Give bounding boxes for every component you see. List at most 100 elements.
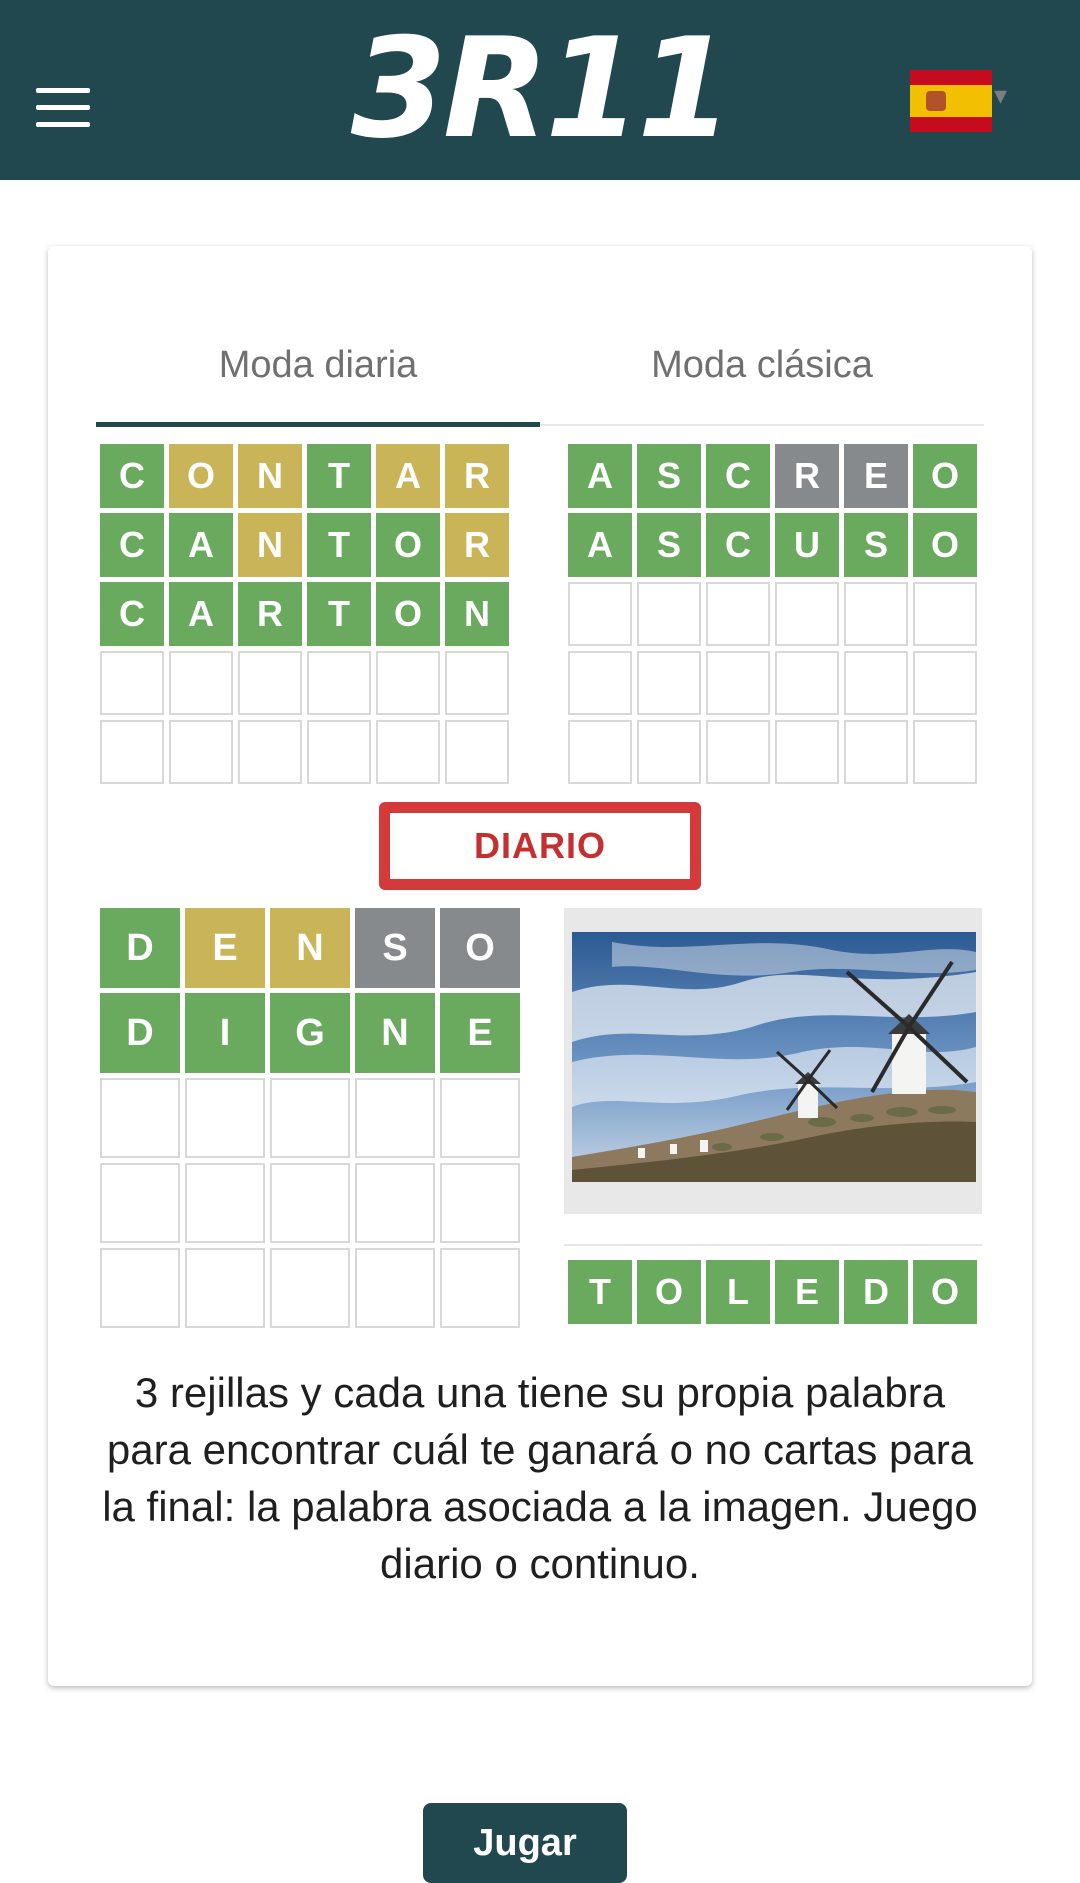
empty-tile	[445, 651, 509, 715]
word-grid-1: CONTARCANTORCARTON	[100, 444, 509, 784]
empty-tile	[637, 651, 701, 715]
letter-tile: N	[270, 908, 350, 988]
letter-tile: O	[637, 1260, 701, 1324]
app-header: 3R11 ▾	[0, 0, 1080, 180]
empty-tile	[913, 720, 977, 784]
empty-tile	[706, 582, 770, 646]
active-tab-indicator	[96, 422, 540, 427]
empty-tile	[185, 1163, 265, 1243]
chevron-down-icon: ▾	[994, 80, 1008, 110]
empty-tile	[185, 1078, 265, 1158]
clue-image-frame	[564, 908, 982, 1214]
letter-tile: E	[440, 993, 520, 1073]
empty-tile	[568, 720, 632, 784]
letter-tile: T	[568, 1260, 632, 1324]
diario-stamp: DIARIO	[379, 802, 701, 890]
letter-tile: E	[185, 908, 265, 988]
empty-tile	[270, 1248, 350, 1328]
language-selector[interactable]: ▾	[910, 68, 1014, 134]
letter-tile: E	[775, 1260, 839, 1324]
empty-tile	[100, 1163, 180, 1243]
letter-tile: A	[169, 582, 233, 646]
empty-tile	[913, 582, 977, 646]
word-grid-3: DENSODIGNE	[100, 908, 520, 1328]
letter-tile: S	[637, 513, 701, 577]
letter-tile: C	[706, 444, 770, 508]
letter-tile: O	[440, 908, 520, 988]
windmills-image	[572, 932, 976, 1182]
empty-tile	[775, 582, 839, 646]
empty-tile	[637, 582, 701, 646]
empty-tile	[706, 720, 770, 784]
empty-tile	[844, 720, 908, 784]
letter-tile: S	[637, 444, 701, 508]
empty-tile	[775, 720, 839, 784]
letter-tile: R	[445, 513, 509, 577]
letter-tile: T	[307, 513, 371, 577]
empty-tile	[440, 1078, 520, 1158]
letter-tile: N	[238, 444, 302, 508]
letter-tile: O	[913, 513, 977, 577]
empty-tile	[440, 1163, 520, 1243]
letter-tile: A	[169, 513, 233, 577]
empty-tile	[185, 1248, 265, 1328]
letter-tile: C	[706, 513, 770, 577]
letter-tile: T	[307, 444, 371, 508]
image-divider	[564, 1244, 982, 1246]
letter-tile: R	[238, 582, 302, 646]
empty-tile	[100, 720, 164, 784]
empty-tile	[706, 651, 770, 715]
image-word-grid: TOLEDO	[568, 1260, 977, 1324]
spain-flag-icon	[910, 70, 992, 132]
letter-tile: O	[169, 444, 233, 508]
empty-tile	[844, 582, 908, 646]
empty-tile	[238, 651, 302, 715]
letter-tile: R	[445, 444, 509, 508]
letter-tile: C	[100, 444, 164, 508]
letter-tile: S	[844, 513, 908, 577]
mode-tabs: Moda diaria Moda clásica	[96, 306, 984, 427]
letter-tile: A	[568, 513, 632, 577]
tab-moda-clasica[interactable]: Moda clásica	[540, 306, 984, 424]
letter-tile: U	[775, 513, 839, 577]
empty-tile	[376, 651, 440, 715]
letter-tile: O	[376, 513, 440, 577]
empty-tile	[445, 720, 509, 784]
tab-moda-diaria[interactable]: Moda diaria	[96, 306, 540, 424]
empty-tile	[100, 1078, 180, 1158]
letter-tile: C	[100, 582, 164, 646]
empty-tile	[568, 651, 632, 715]
stamp-label: DIARIO	[388, 811, 692, 881]
empty-tile	[270, 1078, 350, 1158]
letter-tile: I	[185, 993, 265, 1073]
empty-tile	[775, 651, 839, 715]
empty-tile	[100, 651, 164, 715]
empty-tile	[270, 1163, 350, 1243]
letter-tile: D	[100, 908, 180, 988]
play-button[interactable]: Jugar	[423, 1803, 627, 1883]
letter-tile: C	[100, 513, 164, 577]
letter-tile: A	[376, 444, 440, 508]
empty-tile	[637, 720, 701, 784]
empty-tile	[238, 720, 302, 784]
empty-tile	[307, 720, 371, 784]
letter-tile: O	[913, 444, 977, 508]
empty-tile	[169, 720, 233, 784]
letter-tile: O	[376, 582, 440, 646]
empty-tile	[844, 651, 908, 715]
letter-tile: L	[706, 1260, 770, 1324]
letter-tile: N	[238, 513, 302, 577]
empty-tile	[355, 1163, 435, 1243]
letter-tile: T	[307, 582, 371, 646]
empty-tile	[169, 651, 233, 715]
letter-tile: N	[355, 993, 435, 1073]
empty-tile	[568, 582, 632, 646]
letter-tile: E	[844, 444, 908, 508]
letter-tile: D	[844, 1260, 908, 1324]
letter-tile: G	[270, 993, 350, 1073]
empty-tile	[913, 651, 977, 715]
letter-tile: O	[913, 1260, 977, 1324]
empty-tile	[440, 1248, 520, 1328]
empty-tile	[100, 1248, 180, 1328]
letter-tile: R	[775, 444, 839, 508]
